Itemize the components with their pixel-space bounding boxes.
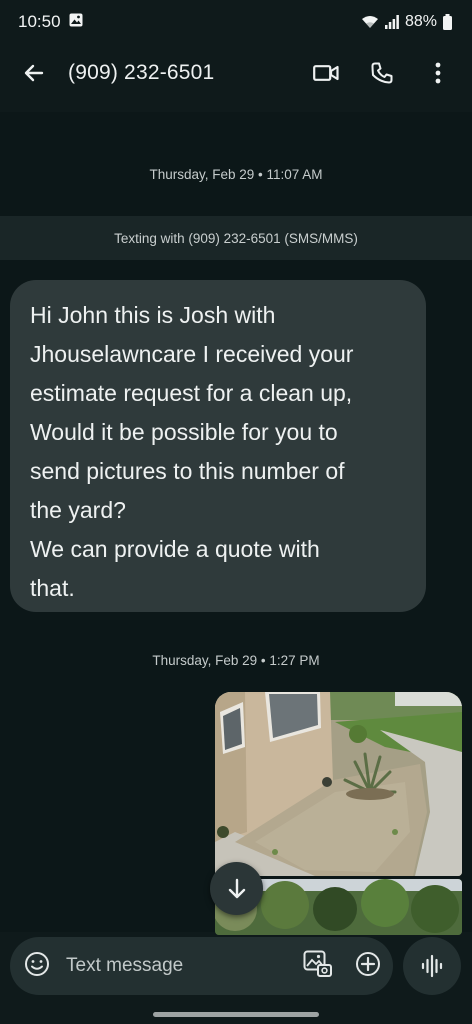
- voice-wave-icon: [421, 954, 443, 978]
- texting-with-label: Texting with (909) 232-6501 (SMS/MMS): [114, 230, 358, 246]
- add-circle-icon: [356, 951, 380, 976]
- texting-with-banner: Texting with (909) 232-6501 (SMS/MMS): [0, 216, 472, 260]
- gallery-button[interactable]: [303, 950, 333, 983]
- more-options-button[interactable]: [416, 51, 460, 95]
- compose-bar: Text message: [10, 937, 393, 995]
- arrow-down-icon: [228, 878, 245, 898]
- arrow-left-icon: [24, 64, 44, 82]
- header-actions: [304, 51, 460, 95]
- yard-photo-image: [215, 692, 462, 876]
- video-camera-icon: [313, 65, 339, 81]
- contact-name[interactable]: (909) 232-6501: [68, 61, 304, 85]
- status-time: 10:50: [18, 12, 61, 31]
- back-button[interactable]: [12, 51, 56, 95]
- status-right: 88%: [361, 13, 452, 31]
- battery-icon: [443, 14, 452, 30]
- timestamp-2: Thursday, Feb 29 • 1:27 PM: [152, 653, 320, 668]
- phone-icon: [371, 62, 393, 84]
- message-thread[interactable]: Thursday, Feb 29 • 11:07 AM Texting with…: [0, 112, 472, 935]
- timestamp-1: Thursday, Feb 29 • 11:07 AM: [149, 167, 323, 182]
- emoji-button[interactable]: [24, 951, 50, 982]
- more-vertical-icon: [435, 62, 441, 84]
- compose-actions: [303, 950, 381, 983]
- add-attachment-button[interactable]: [355, 951, 381, 982]
- conversation-header: (909) 232-6501: [0, 44, 472, 102]
- battery-text: 88%: [404, 13, 437, 30]
- wifi-icon: [361, 15, 379, 29]
- scroll-to-bottom-button[interactable]: [210, 862, 263, 915]
- call-button[interactable]: [360, 51, 404, 95]
- emoji-icon: [25, 951, 49, 976]
- voice-message-button[interactable]: [403, 937, 461, 995]
- signal-icon: [384, 15, 399, 29]
- status-left: 10:50: [18, 12, 83, 32]
- incoming-message-bubble[interactable]: Hi John this is Josh with Jhouselawncare…: [10, 280, 426, 612]
- yard-photo-attachment[interactable]: [215, 692, 462, 876]
- image-notification-icon: [69, 12, 83, 32]
- gallery-icon: [303, 950, 332, 977]
- status-bar: 10:50 88%: [0, 0, 472, 44]
- home-indicator[interactable]: [153, 1012, 319, 1017]
- message-input[interactable]: Text message: [66, 955, 303, 977]
- video-call-button[interactable]: [304, 51, 348, 95]
